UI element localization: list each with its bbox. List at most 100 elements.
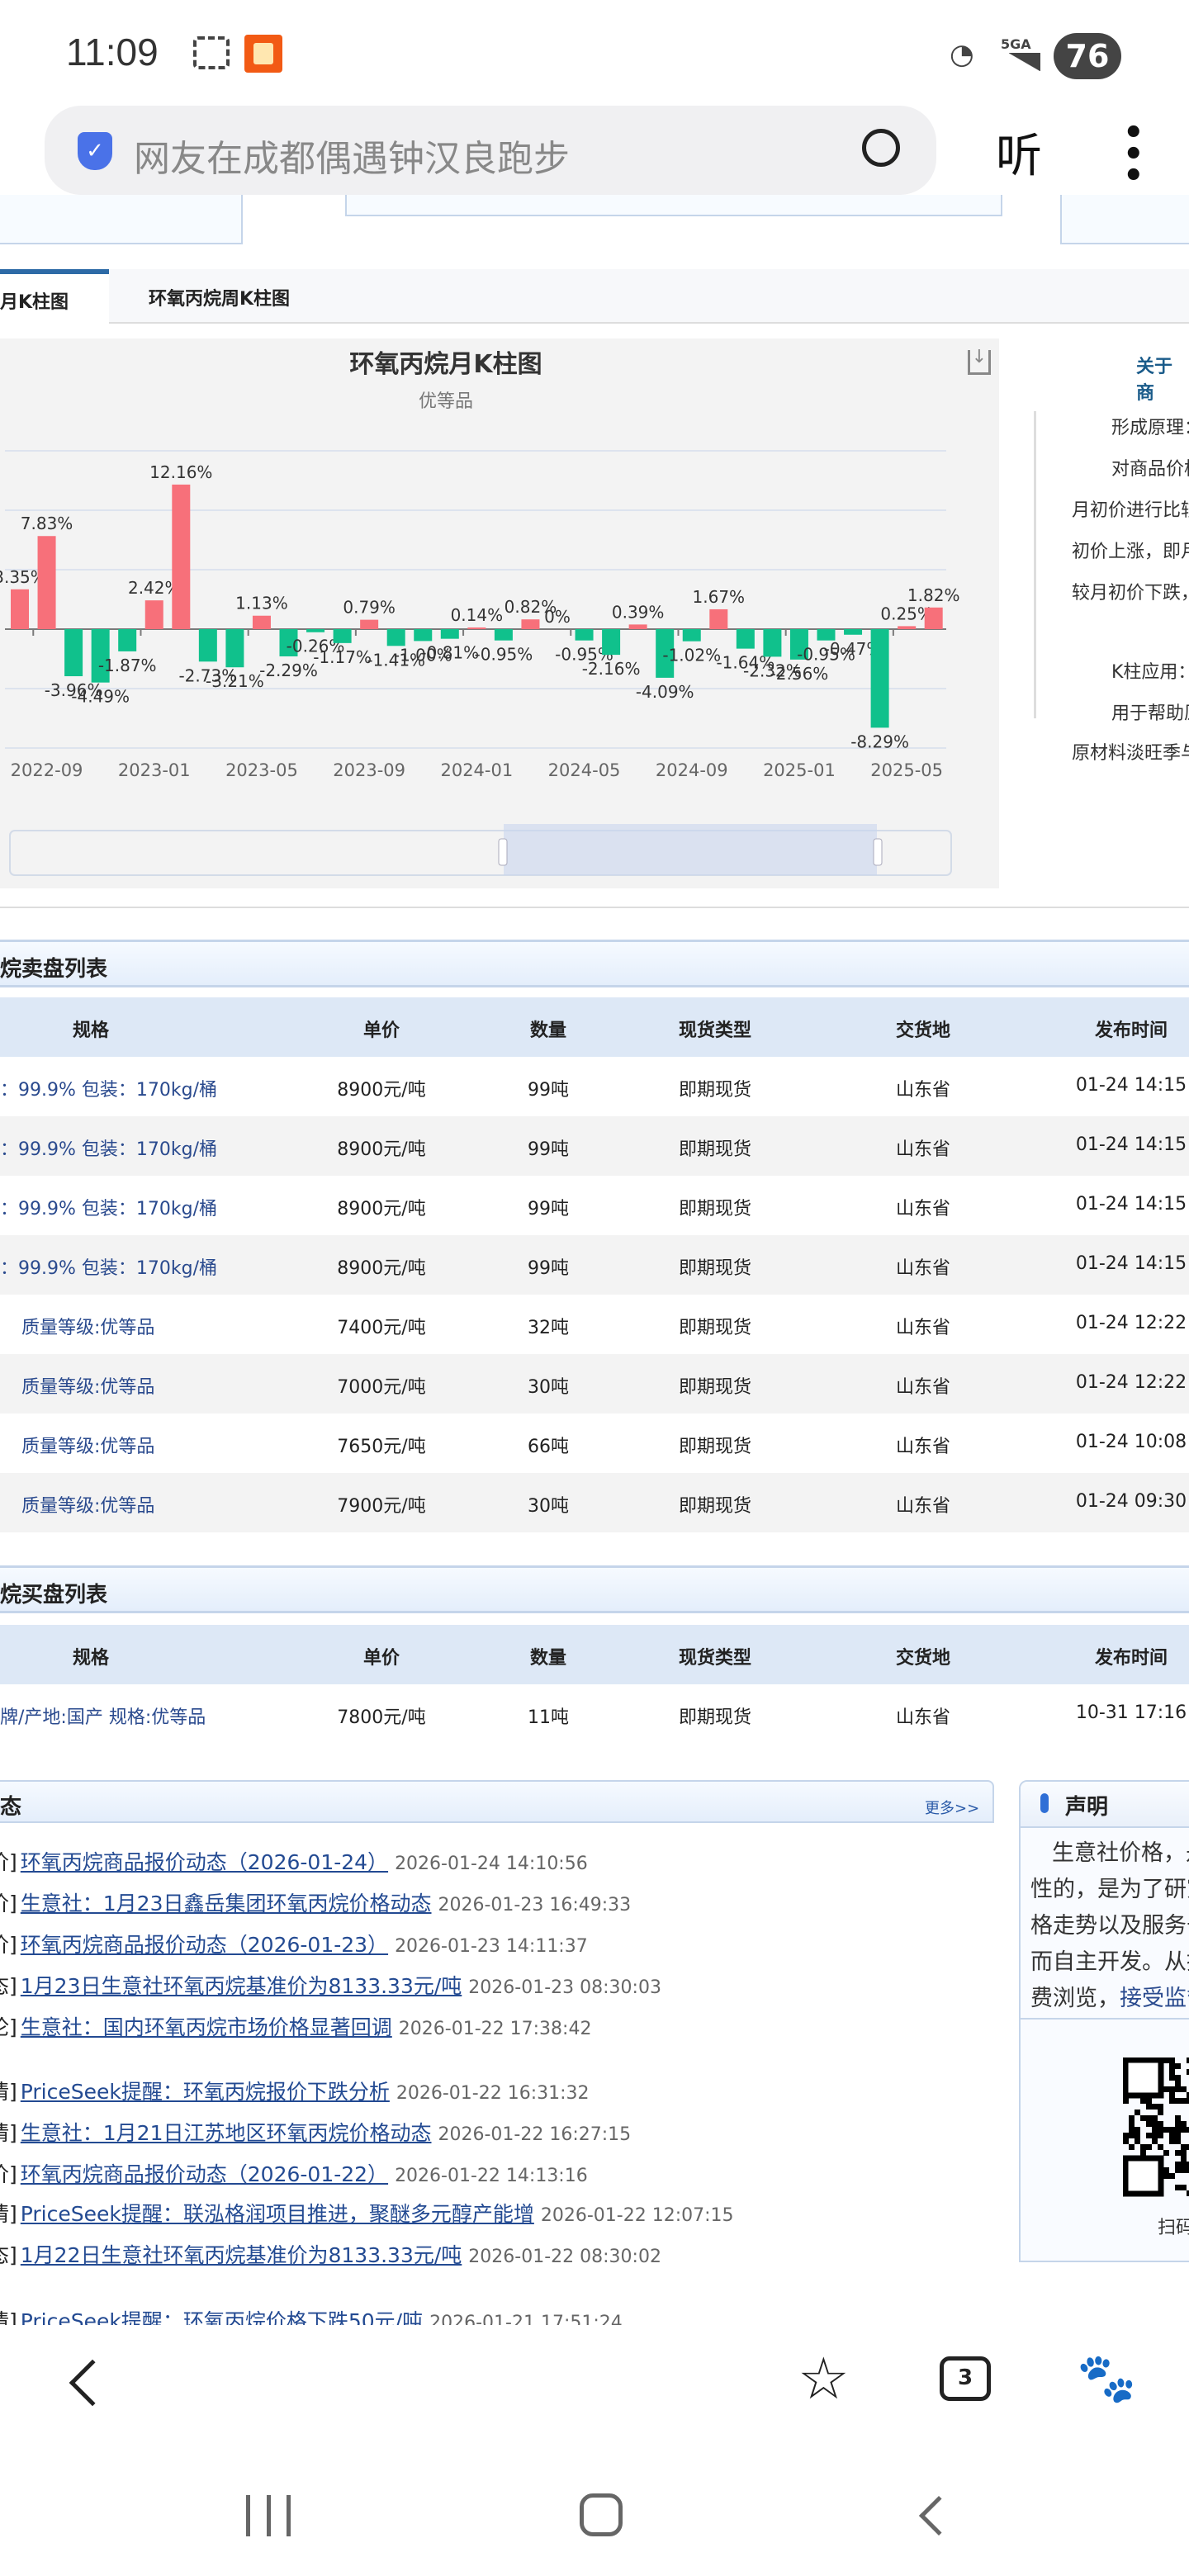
cell-quantity: 30吨 — [528, 1377, 569, 1398]
bar[interactable] — [333, 629, 352, 643]
side-info-line: 原材料淡旺季与 — [1072, 743, 1189, 764]
bar[interactable] — [64, 629, 83, 677]
spec-link[interactable]: ：99.9% 包装：170kg/桶 — [0, 1194, 217, 1220]
back-icon[interactable] — [69, 2359, 116, 2407]
cell-price: 7800元/吨 — [337, 1707, 426, 1728]
system-back-button[interactable] — [918, 2495, 959, 2536]
spec-link[interactable]: ：99.9% 包装：170kg/桶 — [0, 1253, 217, 1280]
bar[interactable] — [924, 607, 943, 629]
qr-module — [1163, 2150, 1169, 2156]
news-more-link[interactable]: 更多>> — [925, 1797, 979, 1818]
spec-link[interactable]: 质量等级:优等品 — [21, 1313, 154, 1339]
news-link[interactable]: 环氧丙烷商品报价动态（2026-01-23） — [21, 1933, 388, 1957]
listen-button[interactable]: 听 — [996, 119, 1042, 186]
bar[interactable] — [386, 629, 405, 646]
bar[interactable] — [494, 629, 513, 641]
bar[interactable] — [844, 629, 863, 635]
spec-link[interactable]: 质量等级:优等品 — [21, 1491, 154, 1518]
tabs-button[interactable]: 3 — [940, 2356, 991, 2401]
cell-type: 即期现货 — [678, 1496, 752, 1517]
bar[interactable] — [898, 626, 917, 629]
table-row[interactable]: 质量等级:优等品 7400元/吨 32吨 即期现货 山东省 01-24 12:22 — [0, 1295, 1189, 1354]
qr-module — [1169, 2075, 1175, 2081]
qr-module — [1181, 2098, 1187, 2104]
news-item: 论]生意社：国内环氧丙烷市场价格显著回调 2026-01-22 17:38:42 — [0, 2011, 591, 2041]
home-button[interactable] — [580, 2493, 623, 2536]
bar[interactable] — [628, 624, 647, 629]
bookmark-star-icon[interactable]: ☆ — [798, 2350, 850, 2408]
spec-link[interactable]: 质量等级:优等品 — [21, 1372, 154, 1399]
bar[interactable] — [602, 629, 621, 656]
table-row[interactable]: 质量等级:优等品 7650元/吨 66吨 即期现货 山东省 01-24 10:08 — [0, 1413, 1189, 1473]
data-label: -3.21% — [206, 671, 264, 691]
bar[interactable] — [360, 619, 379, 629]
cell-type: 即期现货 — [678, 1318, 752, 1338]
news-link[interactable]: 生意社：国内环氧丙烷市场价格显著回调 — [21, 2015, 392, 2039]
news-link[interactable]: 生意社：1月21日江苏地区环氧丙烷价格动态 — [21, 2121, 432, 2145]
table-row[interactable]: ：99.9% 包装：170kg/桶 8900元/吨 99吨 即期现货 山东省 01-24 … — [0, 1176, 1189, 1235]
chart-panel: 环氧丙烷月K柱图 优等品 ↓ 3.35%7.83%-3.96%-4.49%-1.… — [0, 339, 999, 888]
bar[interactable] — [736, 629, 755, 649]
bar[interactable] — [414, 629, 433, 642]
bar[interactable] — [37, 536, 56, 629]
table-row[interactable]: ：99.9% 包装：170kg/桶 8900元/吨 99吨 即期现货 山东省 01-24 … — [0, 1116, 1189, 1176]
news-link[interactable]: 环氧丙烷商品报价动态（2026-01-22） — [21, 2162, 388, 2186]
news-link[interactable]: 1月23日生意社环氧丙烷基准价为8133.33元/吨 — [21, 1974, 462, 1998]
side-info-heading[interactable]: 关于商 — [1136, 352, 1189, 405]
declaration-line: 费浏览，接受监督 — [1030, 1980, 1189, 2012]
tab-weekly-k[interactable]: 环氧丙烷周K柱图 — [149, 284, 290, 310]
supervision-link[interactable]: 接受监督 — [1120, 1986, 1189, 2011]
cell-price: 7650元/吨 — [337, 1437, 426, 1457]
more-menu-icon[interactable]: • • • — [1123, 116, 1144, 192]
bar[interactable] — [709, 608, 728, 629]
table-row[interactable]: 质量等级:优等品 7000元/吨 30吨 即期现货 山东省 01-24 12:22 — [0, 1354, 1189, 1413]
spec-link[interactable]: ：99.9% 包装：170kg/桶 — [0, 1075, 217, 1101]
news-link[interactable]: 生意社：1月23日鑫岳集团环氧丙烷价格动态 — [21, 1892, 432, 1915]
bar[interactable] — [870, 629, 889, 728]
news-link[interactable]: PriceSeek提醒：环氧丙烷报价下跌分析 — [21, 2080, 390, 2104]
table-row[interactable]: 质量等级:优等品 7900元/吨 30吨 即期现货 山东省 01-24 09:30 — [0, 1473, 1189, 1532]
spec-link[interactable]: ：99.9% 包装：170kg/桶 — [0, 1134, 217, 1161]
spec-link[interactable]: 质量等级:优等品 — [21, 1432, 154, 1458]
news-link[interactable]: PriceSeek提醒：联泓格润项目推进，聚醚多元醇产能增 — [21, 2202, 534, 2226]
address-search-bar[interactable]: ✓ 网友在成都偶遇钟汉良跑步 — [45, 106, 936, 195]
bar[interactable] — [225, 629, 244, 668]
bar[interactable] — [144, 600, 163, 629]
table-row[interactable]: ：99.9% 包装：170kg/桶 8900元/吨 99吨 即期现货 山东省 01-24 … — [0, 1057, 1189, 1116]
baidu-paw-icon[interactable]: 🐾 — [1077, 2353, 1136, 2403]
datazoom-handle-right[interactable] — [873, 838, 883, 866]
tab-monthly-k[interactable]: 月K柱图 — [0, 269, 109, 324]
qr-module — [1140, 2098, 1146, 2104]
bar[interactable] — [172, 484, 191, 629]
spec-link[interactable]: 牌/产地:国产 规格:优等品 — [0, 1702, 206, 1729]
qr-module — [1181, 2121, 1187, 2127]
datazoom-handle-left[interactable] — [498, 838, 508, 866]
search-icon[interactable] — [862, 129, 900, 167]
recent-apps-button[interactable] — [246, 2495, 291, 2536]
bar[interactable] — [11, 589, 29, 629]
qr-finder — [1123, 2057, 1164, 2099]
bar[interactable] — [521, 619, 540, 629]
table-row[interactable]: ：99.9% 包装：170kg/桶 8900元/吨 99吨 即期现货 山东省 01-24 … — [0, 1235, 1189, 1295]
bar[interactable] — [440, 629, 459, 639]
qr-module — [1175, 2063, 1181, 2069]
news-link[interactable]: 环氧丙烷商品报价动态（2026-01-24） — [21, 1850, 388, 1874]
qr-module — [1181, 2144, 1187, 2150]
bar[interactable] — [575, 629, 594, 641]
news-item: 价]环氧丙烷商品报价动态（2026-01-24） 2026-01-24 14:10… — [0, 1846, 588, 1876]
qr-module — [1135, 2110, 1140, 2115]
qr-module — [1135, 2133, 1140, 2138]
bar[interactable] — [467, 627, 486, 629]
bar[interactable] — [198, 629, 217, 662]
bar[interactable] — [306, 629, 325, 632]
bar[interactable] — [682, 629, 701, 642]
datazoom-selection[interactable] — [504, 824, 877, 875]
qr-module — [1175, 2185, 1181, 2190]
bar[interactable] — [118, 629, 137, 651]
bar[interactable] — [763, 629, 782, 657]
bar[interactable] — [252, 615, 271, 629]
header-time: 发布时间 — [1094, 1020, 1168, 1041]
declaration-marker-icon — [1040, 1793, 1049, 1813]
table-row[interactable]: 牌/产地:国产 规格:优等品 7800元/吨 11吨 即期现货 山东省 10-31 17:… — [0, 1684, 1189, 1744]
news-link[interactable]: 1月22日生意社环氧丙烷基准价为8133.33元/吨 — [21, 2243, 462, 2267]
